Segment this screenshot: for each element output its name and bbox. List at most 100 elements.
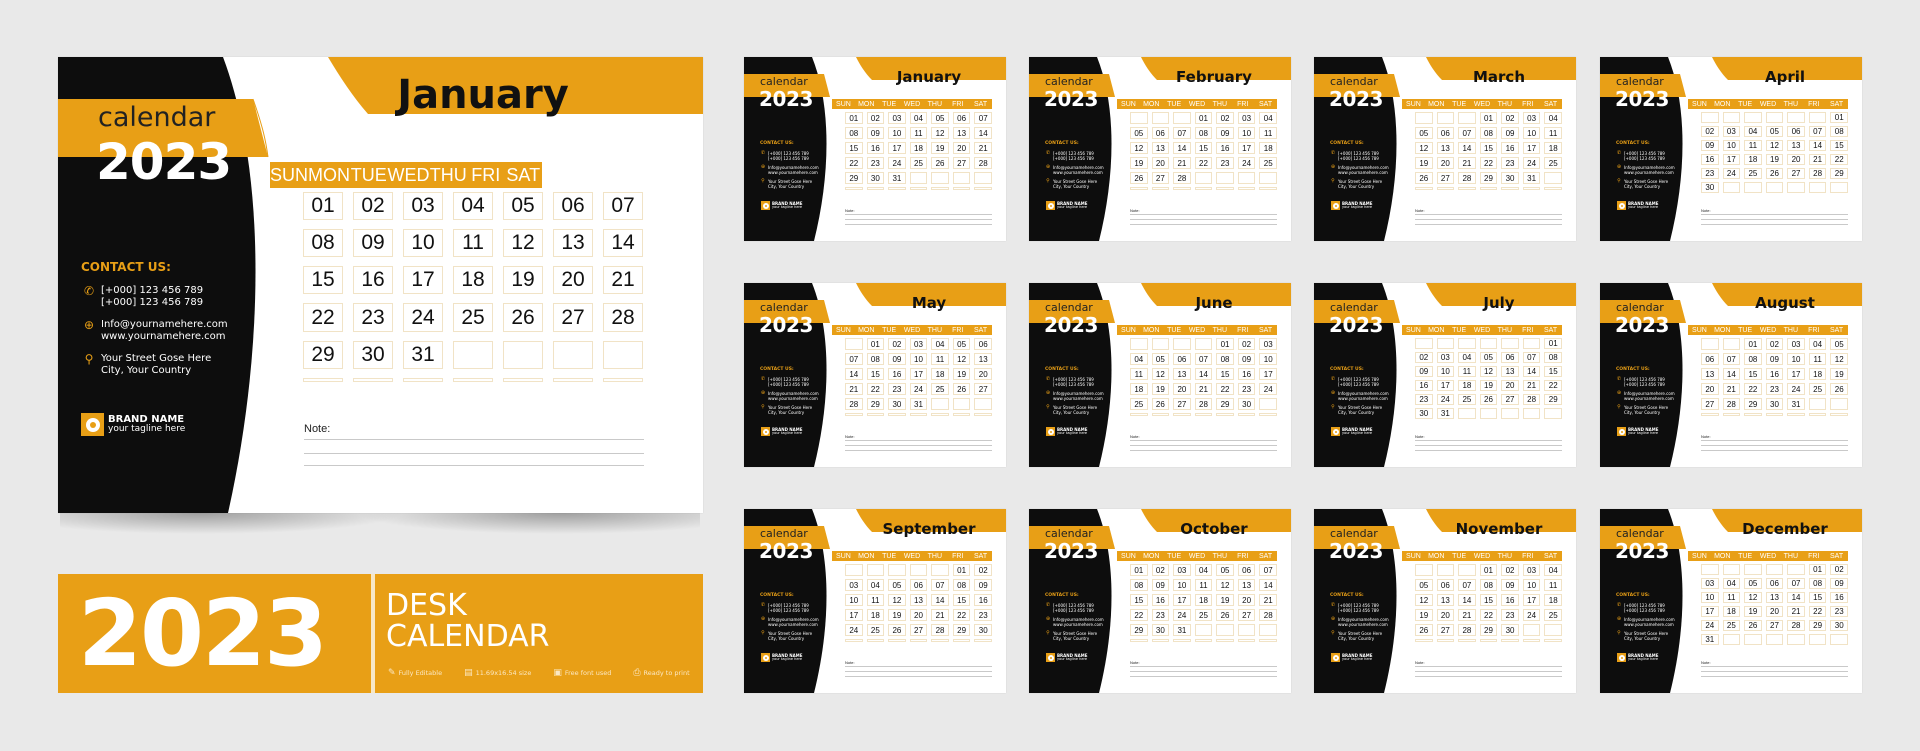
day-cell: 23 (888, 383, 906, 395)
empty-day-cell (952, 172, 971, 184)
empty-day-cell (845, 639, 863, 642)
empty-day-cell (453, 377, 493, 382)
month-title: October (1180, 520, 1248, 538)
contact-phone: ✆ [+000] 123 456 789 [+000] 123 456 789 (760, 377, 819, 388)
empty-day-cell (1544, 172, 1562, 184)
day-cell: 01 (1808, 564, 1827, 575)
note-line (845, 224, 992, 225)
day-cell: 19 (503, 266, 543, 295)
weekday-header: SUN MON TUE WED THU FRI SAT (1688, 325, 1848, 335)
note-line (1130, 219, 1277, 220)
day-cell: 12 (1479, 366, 1498, 377)
contact-block: CONTACT US: ✆ [+000] 123 456 789 [+000] … (760, 593, 819, 645)
day-cell: 02 (1216, 112, 1234, 124)
website-line: www.yournamehere.com (1338, 170, 1388, 175)
empty-day-cell (1744, 182, 1762, 193)
document-size-icon: ▤ (464, 668, 473, 678)
weekday-label: SAT (1544, 552, 1558, 560)
day-cell: 21 (1787, 606, 1805, 617)
month-title: April (1764, 68, 1806, 86)
day-cell: 17 (1259, 368, 1277, 380)
weekday-label: THU (1212, 326, 1228, 334)
day-cell: 15 (303, 266, 343, 295)
contact-heading: CONTACT US: (1045, 367, 1079, 372)
empty-day-cell (1522, 187, 1541, 190)
contact-address: ⚲ Your Street Gose Here City, Your Count… (1616, 179, 1675, 190)
contact-web: ⊕ Info@yournamehere.com www.yournamehere… (1330, 391, 1389, 402)
day-cell: 13 (1436, 594, 1455, 606)
note-line (845, 450, 992, 451)
day-cell: 07 (1458, 127, 1476, 139)
weekday-label: THU (1783, 552, 1799, 560)
address-line: City, Your Country (768, 410, 805, 415)
contact-address: ⚲ Your Street Gose Here City, Your Count… (1616, 405, 1675, 416)
empty-day-cell (931, 187, 949, 190)
day-cell: 14 (974, 127, 992, 139)
banner-features: ✎ Fully Editable ▤ 11.69x16.54 size ▣ Fr… (388, 668, 690, 678)
day-cell: 10 (1722, 140, 1741, 151)
day-cell: 14 (1787, 592, 1805, 603)
brand-logo-icon (761, 427, 770, 436)
month-calendar-may: calendar 2023 May SUN MON TUE WED THU FRI SAT 01 02… (744, 283, 1006, 467)
contact-web: ⊕ Info@yournamehere.com www.yournamehere… (1616, 617, 1675, 628)
day-cell: 12 (1130, 142, 1148, 154)
empty-day-cell (1765, 112, 1784, 123)
day-cell: 28 (1173, 172, 1191, 184)
brand-tagline: your tagline here (1628, 656, 1659, 661)
day-cell: 18 (1744, 154, 1762, 165)
day-cell: 14 (1808, 140, 1827, 151)
day-cell: 06 (1436, 579, 1455, 591)
day-cell: 31 (1522, 172, 1541, 184)
day-cell: 03 (1787, 338, 1805, 350)
day-cell: 06 (1237, 564, 1256, 576)
day-cell: 10 (1436, 366, 1455, 377)
weekday-label: THU (1497, 100, 1513, 108)
day-cell: 02 (1415, 352, 1433, 363)
day-cell: 02 (866, 112, 885, 124)
day-cell: 14 (1522, 366, 1541, 377)
day-cell: 29 (1544, 394, 1562, 405)
day-cell: 02 (1701, 126, 1719, 137)
globe-icon: ⊕ (760, 616, 766, 622)
day-cell: 13 (1765, 592, 1784, 603)
day-cell: 07 (1259, 564, 1277, 576)
day-cell: 01 (1744, 338, 1762, 350)
month-calendar-february: calendar 2023 February SUN MON TUE WED THU FRI SA… (1029, 57, 1291, 241)
weekday-label: TUE (1452, 100, 1467, 108)
address-line: City, Your Country (1338, 184, 1375, 189)
day-cell: 04 (1544, 112, 1562, 124)
empty-day-cell (931, 564, 949, 576)
address-line: City, Your Country (1624, 184, 1661, 189)
address-line: City, Your Country (1624, 410, 1661, 415)
note-line (304, 439, 644, 440)
day-cell: 25 (909, 157, 928, 169)
location-pin-icon: ⚲ (1046, 404, 1050, 410)
day-cell: 10 (1522, 127, 1541, 139)
contact-block: CONTACT US: ✆ [+000] 123 456 789 [+000] … (760, 141, 819, 193)
weekday-label: THU (1212, 100, 1228, 108)
contact-heading: CONTACT US: (760, 593, 794, 598)
day-cell: 18 (931, 368, 949, 380)
day-cell: 06 (1436, 127, 1455, 139)
day-cell: 20 (1173, 383, 1191, 395)
empty-day-cell (909, 413, 928, 416)
weekday-label: FRI (1522, 552, 1534, 560)
day-cell: 12 (1151, 368, 1170, 380)
address-line: City, Your Country (1053, 410, 1090, 415)
note-label: Note: (1130, 660, 1140, 665)
month-calendar-march: calendar 2023 March SUN MON TUE WED THU FRI SAT 01… (1314, 57, 1576, 241)
weekday-label: SAT (1259, 326, 1273, 334)
day-cell: 01 (1830, 112, 1848, 123)
day-cell: 09 (1216, 127, 1234, 139)
day-cell: 18 (1808, 368, 1827, 380)
month-calendar-january: calendar 2023 January SUN MON TUE WED THU FRI SAT… (744, 57, 1006, 241)
brand-logo-icon (81, 413, 104, 436)
empty-day-cell (1701, 564, 1719, 575)
day-cell: 04 (1194, 564, 1213, 576)
phone-icon: ✆ (1045, 602, 1051, 608)
empty-day-cell (1830, 413, 1848, 416)
weekday-label: SAT (1259, 552, 1273, 560)
day-cell: 18 (909, 142, 928, 154)
weekday-label: WED (1473, 326, 1491, 334)
pen-icon: ✎ (388, 668, 396, 678)
